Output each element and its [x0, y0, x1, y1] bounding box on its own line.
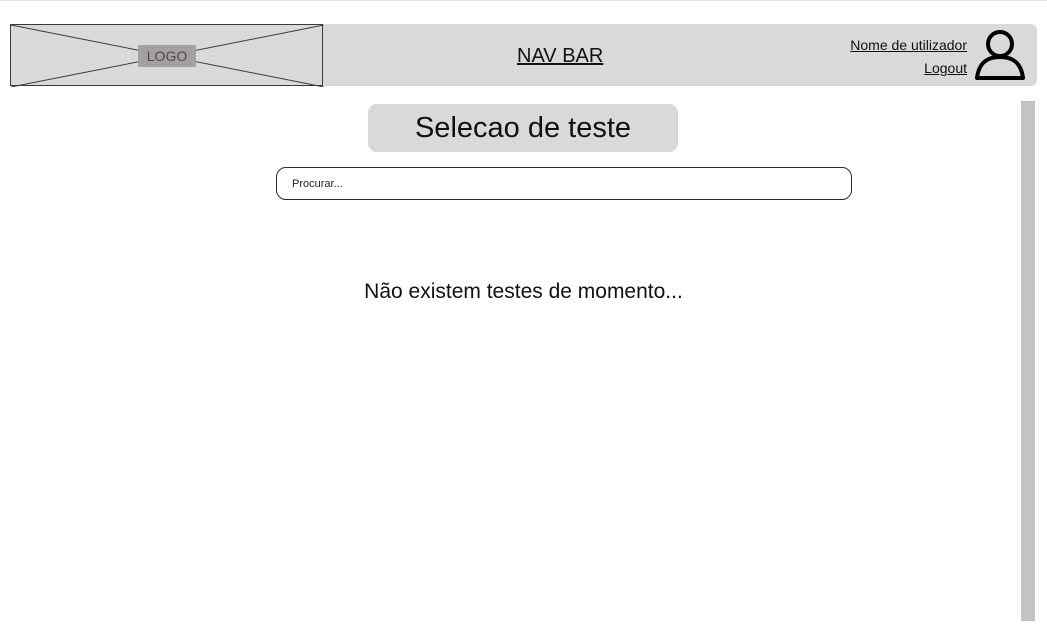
nav-bar: LOGO NAV BAR Nome de utilizador Logout — [10, 24, 1037, 87]
top-divider — [0, 0, 1047, 1]
search-input[interactable] — [276, 167, 852, 200]
user-icon[interactable] — [974, 28, 1026, 80]
logout-link[interactable]: Logout — [924, 60, 967, 76]
logo-label: LOGO — [138, 45, 196, 67]
page: LOGO NAV BAR Nome de utilizador Logout S… — [0, 0, 1047, 637]
vertical-scrollbar[interactable] — [1021, 101, 1035, 621]
page-title: Selecao de teste — [368, 104, 678, 152]
nav-title-link[interactable]: NAV BAR — [517, 44, 603, 68]
username-link[interactable]: Nome de utilizador — [850, 37, 967, 53]
logo-placeholder[interactable]: LOGO — [10, 24, 324, 87]
empty-state-message: Não existem testes de momento... — [364, 280, 683, 303]
